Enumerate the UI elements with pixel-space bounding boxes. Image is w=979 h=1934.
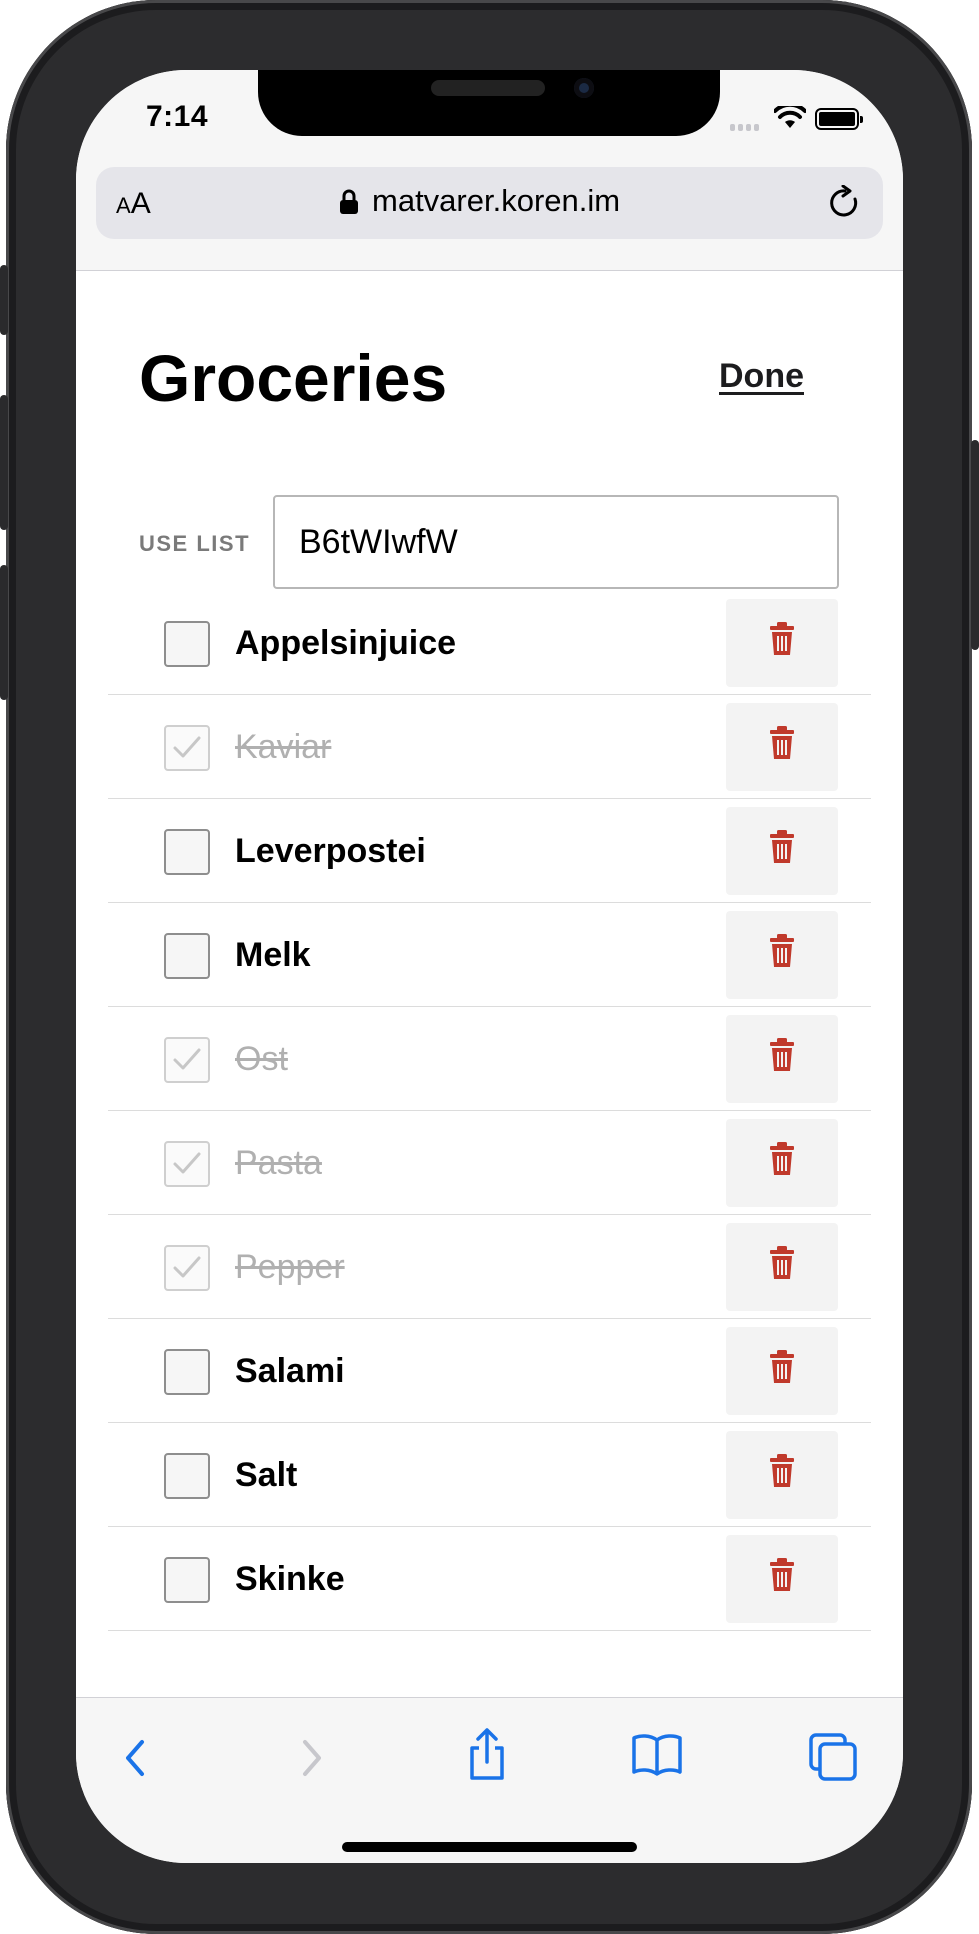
grocery-list: Appelsinjuice Kaviar Leverpostei Melk Ost Pas… xyxy=(108,591,871,1631)
item-checkbox[interactable] xyxy=(164,1037,210,1083)
item-checkbox[interactable] xyxy=(164,1245,210,1291)
trash-icon xyxy=(770,1350,794,1383)
list-item: Leverpostei xyxy=(108,799,871,903)
delete-item-button[interactable] xyxy=(726,911,838,999)
delete-item-button[interactable] xyxy=(726,599,838,687)
list-item: Skinke xyxy=(108,1527,871,1631)
item-checkbox[interactable] xyxy=(164,1453,210,1499)
list-item: Pepper xyxy=(108,1215,871,1319)
url-text: matvarer.koren.im xyxy=(372,183,621,218)
delete-item-button[interactable] xyxy=(726,1431,838,1519)
cellular-signal-icon xyxy=(730,124,759,131)
volume-up-button xyxy=(0,395,8,530)
share-icon[interactable] xyxy=(463,1726,511,1782)
item-label: Melk xyxy=(235,936,311,974)
back-icon[interactable] xyxy=(116,1734,156,1782)
checkmark-icon xyxy=(173,1048,201,1070)
power-button xyxy=(971,440,979,650)
delete-item-button[interactable] xyxy=(726,807,838,895)
item-label: Salt xyxy=(235,1456,298,1494)
checkmark-icon xyxy=(173,736,201,758)
address-bar[interactable]: AA matvarer.koren.im xyxy=(96,167,883,239)
forward-icon xyxy=(303,1740,321,1776)
browser-toolbar xyxy=(76,1697,903,1863)
item-label: Appelsinjuice xyxy=(235,624,457,662)
status-time: 7:14 xyxy=(146,100,209,133)
front-camera xyxy=(574,78,594,98)
list-item: Pasta xyxy=(108,1111,871,1215)
trash-icon xyxy=(770,726,794,759)
item-label: Ost xyxy=(235,1040,288,1078)
trash-icon xyxy=(770,622,794,655)
trash-icon xyxy=(770,830,794,863)
done-link[interactable]: Done xyxy=(719,357,804,396)
item-label: Skinke xyxy=(235,1560,345,1598)
item-checkbox[interactable] xyxy=(164,933,210,979)
item-checkbox[interactable] xyxy=(164,1141,210,1187)
use-list-label: USE LIST xyxy=(139,531,251,556)
delete-item-button[interactable] xyxy=(726,1535,838,1623)
delete-item-button[interactable] xyxy=(726,1119,838,1207)
checkmark-icon xyxy=(173,1152,201,1174)
item-label: Salami xyxy=(235,1352,345,1390)
screen: 7:14 AA matvarer.koren.im Groceries Done… xyxy=(76,70,903,1863)
home-indicator[interactable] xyxy=(342,1842,637,1852)
item-label: Leverpostei xyxy=(235,832,426,870)
item-label: Pepper xyxy=(235,1248,345,1286)
trash-icon xyxy=(770,934,794,967)
bookmarks-icon[interactable] xyxy=(631,1730,683,1778)
list-item: Salt xyxy=(108,1423,871,1527)
item-checkbox[interactable] xyxy=(164,829,210,875)
item-checkbox[interactable] xyxy=(164,621,210,667)
lock-icon xyxy=(340,189,358,214)
delete-item-button[interactable] xyxy=(726,1327,838,1415)
page-title: Groceries xyxy=(139,341,448,415)
list-item: Ost xyxy=(108,1007,871,1111)
mute-switch xyxy=(0,265,8,335)
list-item: Appelsinjuice xyxy=(108,591,871,695)
item-label: Pasta xyxy=(235,1144,322,1182)
volume-down-button xyxy=(0,565,8,700)
list-item: Kaviar xyxy=(108,695,871,799)
list-item: Melk xyxy=(108,903,871,1007)
trash-icon xyxy=(770,1454,794,1487)
list-item: Salami xyxy=(108,1319,871,1423)
item-checkbox[interactable] xyxy=(164,725,210,771)
trash-icon xyxy=(770,1038,794,1071)
trash-icon xyxy=(770,1558,794,1591)
wifi-icon xyxy=(774,106,806,128)
item-checkbox[interactable] xyxy=(164,1349,210,1395)
delete-item-button[interactable] xyxy=(726,703,838,791)
reader-settings-button[interactable]: AA xyxy=(116,187,151,221)
trash-icon xyxy=(770,1246,794,1279)
delete-item-button[interactable] xyxy=(726,1223,838,1311)
item-checkbox[interactable] xyxy=(164,1557,210,1603)
reload-icon[interactable] xyxy=(828,185,862,221)
delete-item-button[interactable] xyxy=(726,1015,838,1103)
battery-icon xyxy=(815,108,863,130)
item-label: Kaviar xyxy=(235,728,332,766)
trash-icon xyxy=(770,1142,794,1175)
speaker-grille xyxy=(431,80,545,96)
list-code-input[interactable] xyxy=(273,495,839,589)
notch xyxy=(258,70,720,136)
tabs-icon[interactable] xyxy=(808,1732,858,1782)
checkmark-icon xyxy=(173,1256,201,1278)
